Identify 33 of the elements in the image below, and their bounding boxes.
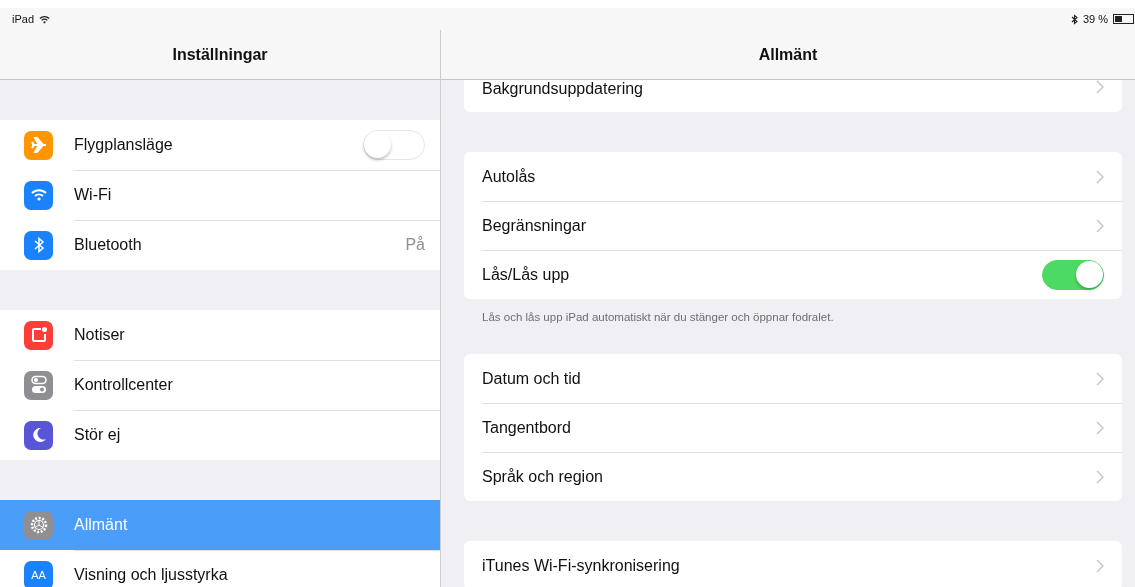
chevron-icon[interactable] xyxy=(1096,371,1104,386)
battery-percentage: 39 % xyxy=(1082,13,1108,25)
chevron-icon[interactable] xyxy=(1096,80,1104,94)
sidebar-item[interactable]: Flygplansläge xyxy=(0,120,440,170)
chevron-icon[interactable] xyxy=(1096,218,1104,233)
setting-label: iTunes Wi-Fi-synkronisering xyxy=(482,556,680,575)
sidebar-title: Inställningar xyxy=(172,45,268,64)
bluetooth-icon xyxy=(1070,13,1078,25)
chevron-icon[interactable] xyxy=(1096,169,1104,184)
battery-icon xyxy=(1113,14,1135,24)
toggle-switch[interactable] xyxy=(1042,259,1104,290)
setting-label: Bakgrundsuppdatering xyxy=(482,80,643,98)
wifi-signal-icon xyxy=(39,14,51,24)
footer-note: Lås och lås upp iPad automatiskt när du stänger och öppnar fodralet. xyxy=(481,310,835,325)
sidebar-item[interactable]: AA Visning och ljusstyrka xyxy=(0,550,440,587)
chevron-icon[interactable] xyxy=(1096,420,1104,435)
sidebar-item[interactable]: Notiser xyxy=(0,310,440,360)
status-value: På xyxy=(405,236,425,254)
sidebar-item[interactable]: Wi-Fi xyxy=(0,170,440,220)
setting-label: Datum och tid xyxy=(482,369,581,388)
setting-label: Autolås xyxy=(482,167,536,186)
chevron-icon[interactable] xyxy=(1096,469,1104,484)
page-title: Allmänt xyxy=(758,45,818,64)
device-name: iPad xyxy=(12,13,35,25)
sidebar-item[interactable]: Stör ej xyxy=(0,410,440,460)
setting-label: Begränsningar xyxy=(482,216,587,235)
chevron-icon[interactable] xyxy=(1096,558,1104,573)
setting-label: Tangentbord xyxy=(482,418,571,437)
sidebar-item[interactable]: Kontrollcenter xyxy=(0,360,440,410)
text-size-icon: AA xyxy=(24,560,53,587)
setting-label: Språk och region xyxy=(482,467,603,486)
setting-label: Lås/Lås upp xyxy=(482,265,570,284)
sidebar-item[interactable]: Bluetooth På xyxy=(0,220,440,270)
